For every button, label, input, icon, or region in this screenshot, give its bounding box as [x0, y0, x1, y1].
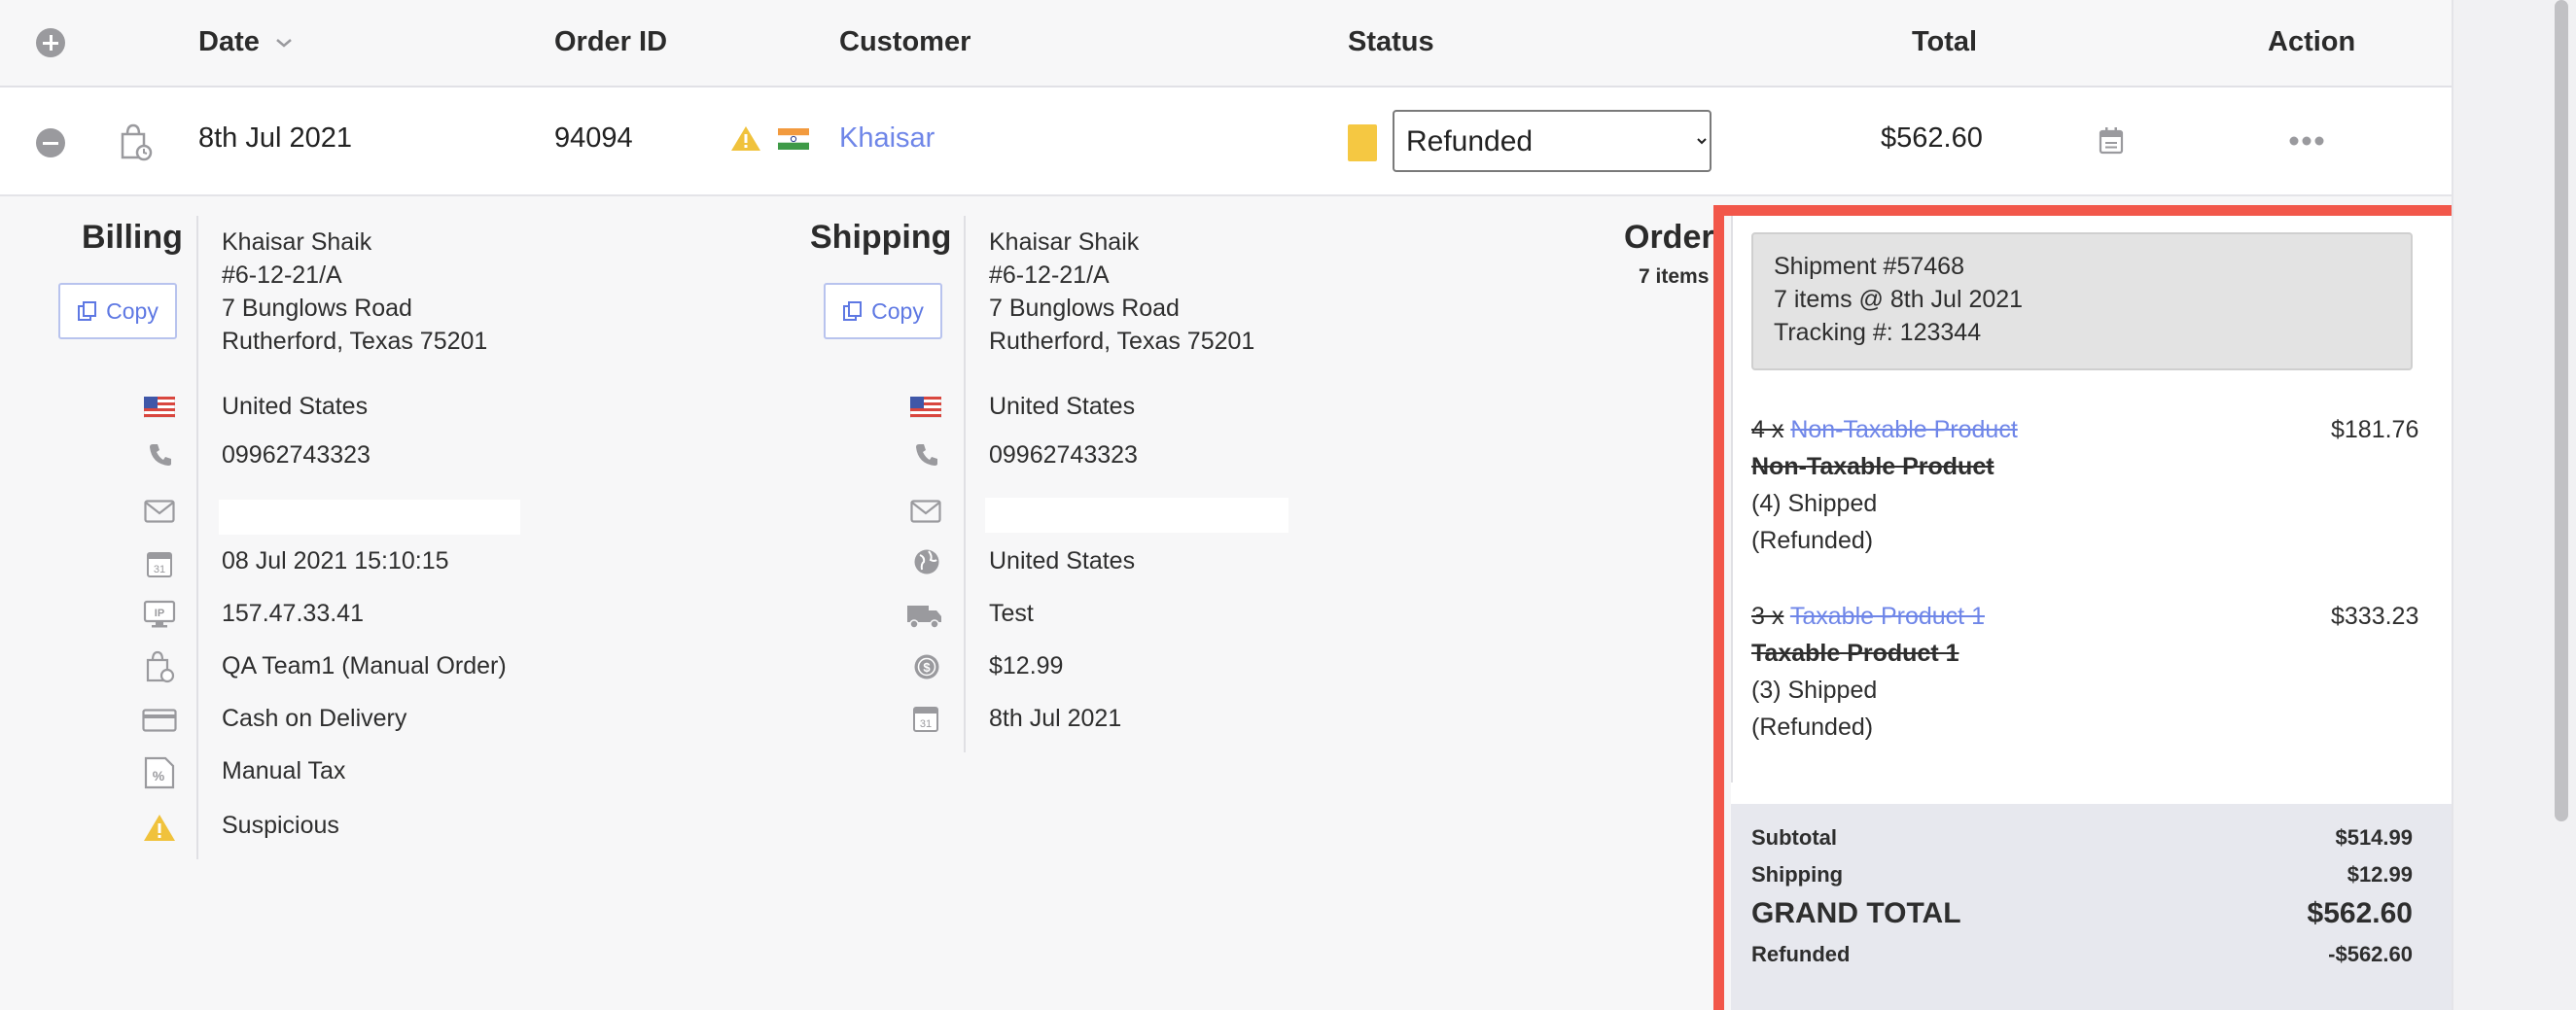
shipping-divider — [964, 216, 966, 752]
shipping-address-line: Khaisar Shaik — [989, 228, 1140, 256]
order-date: 8th Jul 2021 — [198, 122, 353, 154]
scrollbar-thumb[interactable] — [2555, 0, 2568, 821]
redacted-email — [219, 500, 520, 535]
tax-percent-icon: % — [144, 756, 175, 789]
globe-icon — [914, 549, 939, 575]
billing-title: Billing — [82, 219, 183, 256]
email-icon — [144, 500, 175, 523]
action-column-header: Action — [2268, 26, 2356, 57]
shipping-country-link[interactable]: United States — [989, 547, 1135, 575]
shipping-address-line: #6-12-21/A — [989, 261, 1110, 289]
shipping-date: 8th Jul 2021 — [989, 705, 1122, 732]
shipping-address-line: 7 Bunglows Road — [989, 295, 1180, 322]
us-flag-icon — [910, 397, 941, 418]
plus-circle-icon[interactable] — [36, 28, 65, 57]
total-column-header: Total — [1912, 26, 1978, 57]
svg-text:IP: IP — [155, 608, 164, 619]
ip-monitor-icon: IP — [143, 600, 176, 628]
shipping-country: United States — [989, 393, 1136, 420]
us-flag-icon — [144, 397, 175, 418]
credit-card-icon — [142, 709, 177, 732]
shipping-address-line: Rutherford, Texas 75201 — [989, 328, 1255, 355]
billing-created-by: QA Team1 (Manual Order) — [222, 652, 507, 679]
order-id-column-header: Order ID — [554, 26, 668, 57]
billing-phone: 09962743323 — [222, 441, 371, 469]
order-total: $562.60 — [1881, 122, 1983, 154]
billing-address-line: 7 Bunglows Road — [222, 295, 412, 322]
table-header: Date Order ID Customer Status Total Acti… — [0, 0, 2452, 87]
billing-address-line: Rutherford, Texas 75201 — [222, 328, 488, 355]
highlight-box — [1713, 205, 2472, 1010]
copy-icon — [78, 301, 97, 321]
warning-icon — [731, 126, 760, 151]
shipping-method: Test — [989, 600, 1034, 627]
billing-tax: Manual Tax — [222, 757, 346, 784]
svg-text:31: 31 — [920, 718, 932, 730]
shipping-copy-button[interactable]: Copy — [824, 283, 942, 339]
minus-circle-icon[interactable] — [36, 128, 65, 157]
phone-icon — [150, 444, 171, 466]
chevron-down-icon — [276, 39, 292, 48]
table-row[interactable]: 8th Jul 2021 94094 Khaisar Refunded $562… — [0, 87, 2452, 196]
warning-icon — [144, 815, 175, 841]
phone-icon — [916, 444, 937, 466]
copy-icon — [843, 301, 863, 321]
shipping-phone: 09962743323 — [989, 441, 1138, 469]
redacted-email — [985, 498, 1288, 533]
order-id: 94094 — [554, 122, 633, 154]
more-options-icon[interactable] — [2289, 135, 2324, 147]
billing-payment-method: Cash on Delivery — [222, 705, 407, 732]
india-flag-icon — [778, 128, 809, 150]
billing-divider — [196, 216, 198, 859]
truck-icon — [907, 606, 941, 629]
customer-link[interactable]: Khaisar — [839, 122, 935, 155]
billing-country: United States — [222, 393, 369, 420]
calendar-date-icon: 31 — [147, 552, 172, 577]
svg-text:$: $ — [923, 660, 931, 675]
svg-text:31: 31 — [154, 564, 165, 575]
calendar-date-icon: 31 — [913, 707, 938, 732]
shopping-bag-clock-icon — [146, 650, 175, 683]
shopping-bag-clock-icon — [121, 123, 153, 161]
order-items-count: 7 items — [1639, 265, 1710, 288]
dollar-coin-icon: $ — [914, 654, 939, 679]
billing-address-line: #6-12-21/A — [222, 261, 342, 289]
billing-ip-link[interactable]: 157.47.33.41 — [222, 600, 364, 628]
billing-risk-status: Suspicious — [222, 812, 339, 839]
email-icon — [910, 500, 941, 523]
status-select[interactable]: Refunded — [1393, 110, 1711, 172]
shipping-cost: $12.99 — [989, 652, 1064, 679]
shipping-title: Shipping — [810, 219, 952, 256]
calendar-icon[interactable] — [2099, 127, 2124, 155]
status-column-header: Status — [1348, 26, 1434, 57]
svg-text:%: % — [153, 768, 165, 784]
status-color-swatch — [1348, 124, 1377, 161]
order-title: Order — [1624, 219, 1714, 256]
date-column-header[interactable]: Date — [198, 26, 293, 58]
billing-address-line: Khaisar Shaik — [222, 228, 372, 256]
customer-column-header: Customer — [839, 26, 971, 57]
billing-copy-button[interactable]: Copy — [58, 283, 177, 339]
billing-created-date: 08 Jul 2021 15:10:15 — [222, 547, 449, 575]
